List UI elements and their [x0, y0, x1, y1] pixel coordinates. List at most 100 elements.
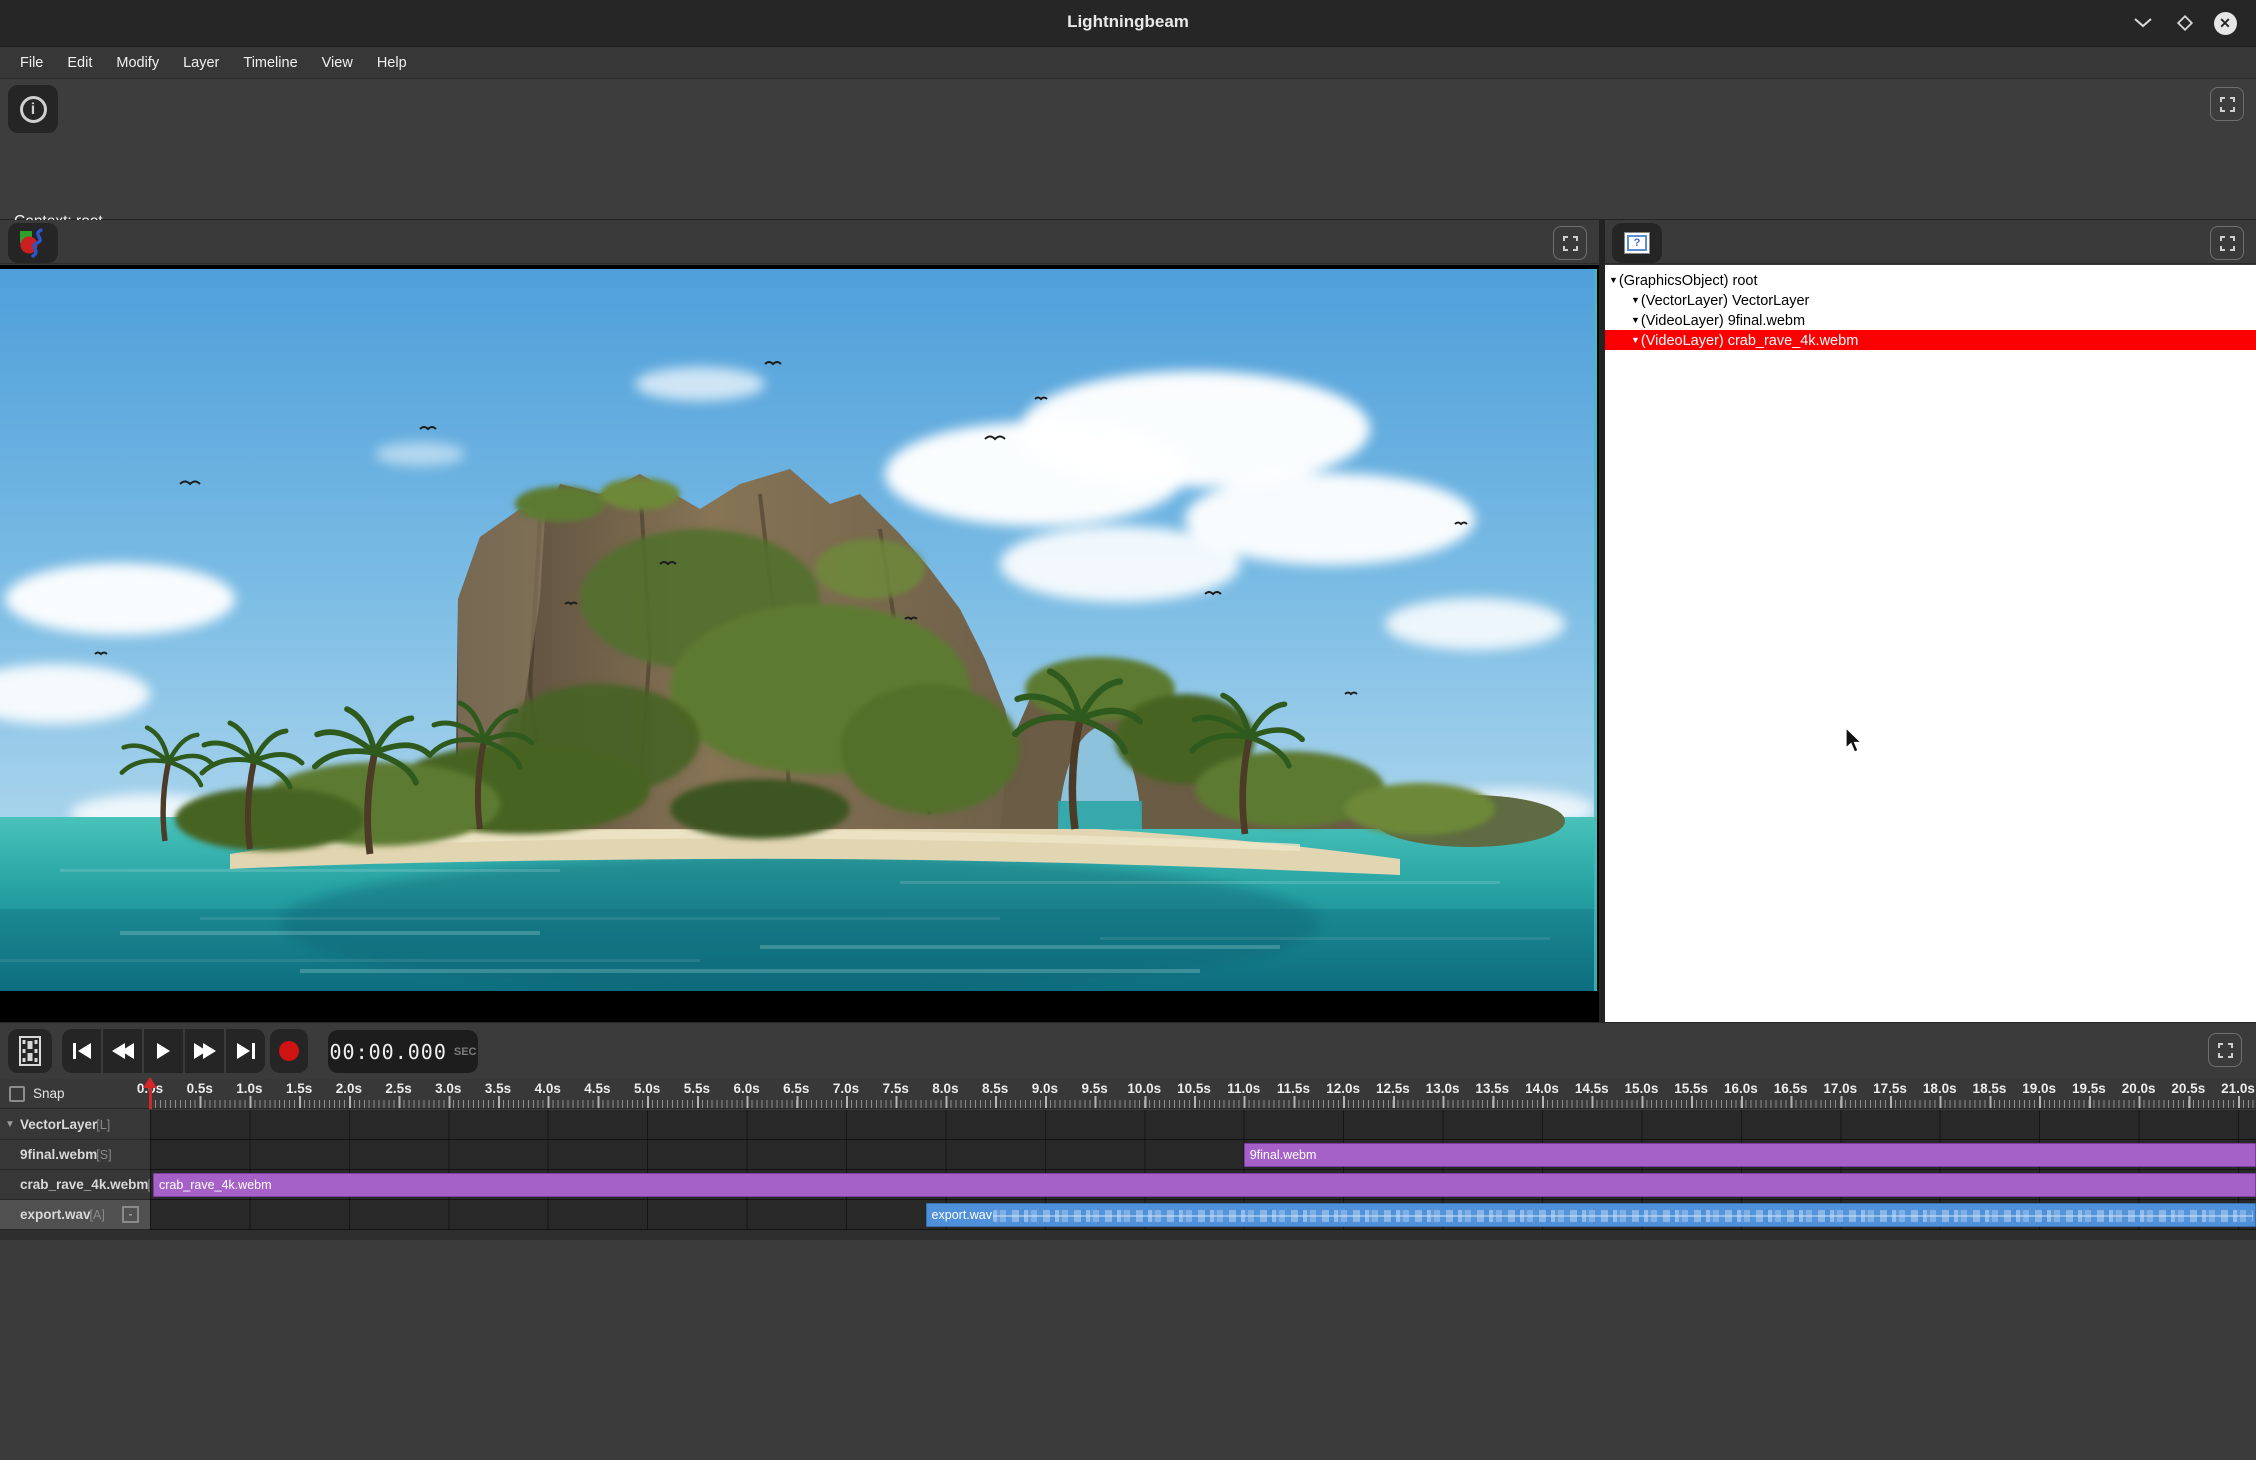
tree-row[interactable]: ▼(VectorLayer) VectorLayer — [1605, 290, 2256, 310]
ruler-tick-label: 20.5s — [2171, 1081, 2205, 1096]
track-name: export.wav — [20, 1207, 91, 1222]
skip-to-start-button[interactable] — [62, 1029, 101, 1073]
menu-item-timeline[interactable]: Timeline — [233, 52, 307, 74]
expand-arrow-icon[interactable]: ▼ — [1609, 275, 1618, 285]
stage-panel — [0, 220, 1599, 1022]
stage-viewport[interactable] — [0, 265, 1599, 1022]
film-strip-button[interactable] — [8, 1029, 52, 1073]
ruler-tick-label: 15.0s — [1625, 1081, 1659, 1096]
record-icon — [279, 1041, 299, 1061]
ruler-tick-label: 2.0s — [336, 1081, 362, 1096]
tree-row[interactable]: ▼(VideoLayer) 9final.webm — [1605, 310, 2256, 330]
tree-row[interactable]: ▼(GraphicsObject) root — [1605, 270, 2256, 290]
tree-row-label: (VideoLayer) crab_rave_4k.webm — [1641, 333, 1858, 349]
triangle-left-icon — [78, 1043, 91, 1059]
clip-crab-rave-4k-webm[interactable]: crab_rave_4k.webm — [153, 1173, 2256, 1197]
film-strip-icon — [18, 1036, 42, 1066]
track-label-export-wav[interactable]: export.wav[A]- — [0, 1200, 150, 1230]
clip-9final-webm[interactable]: 9final.webm — [1244, 1143, 2256, 1167]
rewind-button[interactable] — [103, 1029, 142, 1073]
track-expand-arrow-icon[interactable]: ▼ — [5, 1110, 15, 1139]
ruler-tick-label: 10.0s — [1127, 1081, 1161, 1096]
menu-item-layer[interactable]: Layer — [173, 52, 229, 74]
inspector-expand-button[interactable] — [2210, 87, 2244, 121]
expand-icon — [1563, 236, 1578, 251]
ruler-tick-label: 14.5s — [1575, 1081, 1609, 1096]
clip-label: export.wav — [932, 1208, 992, 1222]
track-type-badge: [L] — [96, 1118, 110, 1132]
video-preview — [0, 269, 1597, 991]
track-label-crab-rave-4k-webm[interactable]: crab_rave_4k.webm[S] — [0, 1170, 150, 1200]
track-label-vectorlayer[interactable]: ▼VectorLayer[L] — [0, 1110, 150, 1140]
draw-tools-button[interactable] — [8, 223, 58, 263]
ruler-tick-label: 11.5s — [1277, 1081, 1310, 1096]
ruler-tick-label: 19.5s — [2072, 1081, 2106, 1096]
stage-expand-button[interactable] — [1553, 226, 1587, 260]
playhead-line — [149, 1087, 152, 1109]
track-mute-checkbox[interactable]: - — [122, 1206, 139, 1223]
time-value: 00:00.000 — [330, 1040, 447, 1064]
ruler-tick-label: 5.0s — [634, 1081, 660, 1096]
video-edge-artifact — [1594, 269, 1597, 991]
tree-row[interactable]: ▼(VideoLayer) crab_rave_4k.webm — [1605, 330, 2256, 350]
timeline-tracks: ▼VectorLayer[L]9final.webm[S]crab_rave_4… — [0, 1110, 2256, 1230]
clip-label: crab_rave_4k.webm — [159, 1178, 272, 1192]
scene-tree-button[interactable]: ? — [1612, 223, 1662, 263]
tree-row-label: (VideoLayer) 9final.webm — [1641, 313, 1805, 329]
ruler-tick-label: 13.5s — [1475, 1081, 1509, 1096]
ruler-tick-label: 3.0s — [435, 1081, 461, 1096]
expand-arrow-icon[interactable]: ▼ — [1631, 335, 1640, 345]
chevron-down-icon — [2134, 18, 2152, 28]
timeline-footer-divider — [0, 1230, 2256, 1240]
ruler-tick-label: 1.0s — [236, 1081, 262, 1096]
play-button[interactable] — [144, 1029, 183, 1073]
ruler-tick-label: 8.5s — [982, 1081, 1008, 1096]
playhead[interactable] — [143, 1079, 157, 1109]
bar-icon — [252, 1043, 255, 1059]
transport-controls — [62, 1029, 265, 1073]
menu-item-edit[interactable]: Edit — [57, 52, 102, 74]
track-lanes[interactable]: 9final.webm crab_rave_4k.webm export.wav — [150, 1110, 2256, 1230]
record-button[interactable] — [270, 1029, 308, 1073]
fast-forward-button[interactable] — [185, 1029, 224, 1073]
ruler-tick-label: 4.5s — [584, 1081, 610, 1096]
time-display[interactable]: 00:00.000 SEC — [328, 1030, 478, 1073]
window-title: Lightningbeam — [0, 12, 2256, 32]
inspector-panel: i Context: root Selected Object — [0, 78, 2256, 219]
info-button[interactable]: i — [8, 85, 58, 133]
menu-item-file[interactable]: File — [10, 52, 53, 74]
menu-item-view[interactable]: View — [312, 52, 363, 74]
ruler-tick-label: 12.0s — [1326, 1081, 1360, 1096]
menu-item-help[interactable]: Help — [367, 52, 417, 74]
scene-tree-panel: ? ▼(GraphicsObject) root▼(VectorLayer) V… — [1605, 220, 2256, 1022]
ruler-tick-label: 21.0s — [2221, 1081, 2255, 1096]
timeline-ruler[interactable]: Snap 0.0s0.5s1.0s1.5s2.0s2.5s3.0s3.5s4.0… — [0, 1079, 2256, 1109]
main-area: ? ▼(GraphicsObject) root▼(VectorLayer) V… — [0, 220, 2256, 1022]
clip-export-wav[interactable]: export.wav — [926, 1203, 2256, 1227]
ruler-tick-label: 8.0s — [932, 1081, 958, 1096]
maximize-button[interactable] — [2172, 10, 2198, 36]
track-label-column: ▼VectorLayer[L]9final.webm[S]crab_rave_4… — [0, 1110, 150, 1230]
track-label-9final-webm[interactable]: 9final.webm[S] — [0, 1140, 150, 1170]
track-name: 9final.webm — [20, 1147, 97, 1162]
minimize-button[interactable] — [2130, 10, 2156, 36]
timeline-panel: 00:00.000 SEC Snap 0.0s0.5s1.0s1.5s2.0s2… — [0, 1022, 2256, 1460]
scene-tree-expand-button[interactable] — [2210, 226, 2244, 260]
scene-tree-header: ? — [1605, 220, 2256, 264]
expand-arrow-icon[interactable]: ▼ — [1631, 295, 1640, 305]
triangle-right-icon — [237, 1043, 250, 1059]
info-icon: i — [20, 96, 47, 123]
expand-arrow-icon[interactable]: ▼ — [1631, 315, 1640, 325]
menu-item-modify[interactable]: Modify — [106, 52, 169, 74]
track-type-badge: [S] — [96, 1148, 111, 1162]
image-placeholder-icon: ? — [1624, 232, 1650, 254]
audio-waveform — [993, 1210, 2253, 1222]
close-button[interactable]: ✕ — [2212, 10, 2238, 36]
ruler-labels: 0.0s0.5s1.0s1.5s2.0s2.5s3.0s3.5s4.0s4.5s… — [0, 1081, 2256, 1099]
expand-icon — [2220, 97, 2235, 112]
ruler-tick-label: 10.5s — [1177, 1081, 1211, 1096]
timeline-expand-button[interactable] — [2208, 1033, 2242, 1067]
ruler-tick-label: 15.5s — [1674, 1081, 1708, 1096]
skip-to-end-button[interactable] — [226, 1029, 265, 1073]
ruler-tick-label: 18.5s — [1973, 1081, 2007, 1096]
